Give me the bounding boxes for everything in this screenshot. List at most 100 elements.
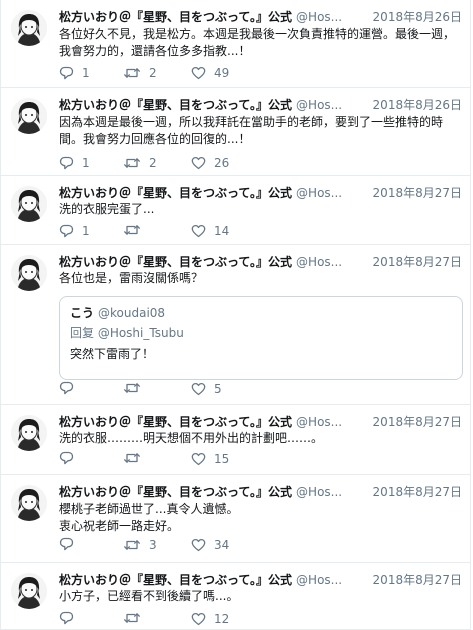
author-name[interactable]: 松方いおり＠『星野、目をつぶって。』公式 xyxy=(59,255,292,269)
tweet[interactable]: 松方いおり＠『星野、目をつぶって。』公式 @Hos... 2018年8月27日 小方子… xyxy=(1,563,470,630)
reply-button[interactable] xyxy=(59,537,82,551)
like-button[interactable]: 34 xyxy=(191,537,229,553)
author-name[interactable]: 松方いおり＠『星野、目をつぶって。』公式 xyxy=(59,573,292,587)
quoted-tweet[interactable]: こう @koudai08 回复 @Hoshi_Tsubu 突然下雷雨了！ xyxy=(59,296,463,380)
tweet-date[interactable]: 2018年8月27日 xyxy=(368,572,462,588)
tweet[interactable]: 松方いおり＠『星野、目をつぶって。』公式 @Hos... 2018年8月27日 洗的衣… xyxy=(1,176,470,245)
like-count: 12 xyxy=(214,612,230,626)
author-handle: @Hos... xyxy=(296,573,343,587)
like-button[interactable]: 12 xyxy=(191,611,229,627)
heart-icon xyxy=(191,612,206,626)
avatar[interactable] xyxy=(11,98,47,134)
retweet-button[interactable]: 2 xyxy=(123,65,157,81)
tweet-header: 松方いおり＠『星野、目をつぶって。』公式 @Hos... 2018年8月26日 xyxy=(59,9,462,25)
tweet-actions: 5 xyxy=(59,381,279,397)
retweet-icon xyxy=(123,381,141,395)
author-name[interactable]: 松方いおり＠『星野、目をつぶって。』公式 xyxy=(59,10,292,24)
tweet[interactable]: 松方いおり＠『星野、目をつぶって。』公式 @Hos... 2018年8月26日 各位好… xyxy=(1,0,470,88)
tweet-date[interactable]: 2018年8月26日 xyxy=(368,97,462,113)
quoted-text: 突然下雷雨了！ xyxy=(70,347,155,361)
tweet-actions: 1 2 49 xyxy=(59,65,279,81)
reply-icon xyxy=(59,611,74,625)
tweet-timeline: 松方いおり＠『星野、目をつぶって。』公式 @Hos... 2018年8月26日 各位好… xyxy=(0,0,471,630)
tweet-text-line: 各位好久不見，我是松方。本週是我最後一次負責推特的運營。最後一週， xyxy=(59,27,456,41)
author-name[interactable]: 松方いおり＠『星野、目をつぶって。』公式 xyxy=(59,98,292,112)
retweet-button[interactable] xyxy=(123,223,149,237)
like-count: 5 xyxy=(214,382,222,396)
heart-icon xyxy=(191,538,206,552)
author-handle: @Hos... xyxy=(296,255,343,269)
tweet-text-line: 間。我會努力回應各位的回復的...！ xyxy=(59,132,251,146)
tweet-text: 各位也是，雷雨沒關係嗎？ xyxy=(59,270,456,287)
tweet-text: 洗的衣服完蛋了... xyxy=(59,201,456,218)
reply-icon xyxy=(59,156,74,170)
tweet[interactable]: 松方いおり＠『星野、目をつぶって。』公式 @Hos... 2018年8月27日 櫻桃子… xyxy=(1,475,470,563)
tweet-date[interactable]: 2018年8月27日 xyxy=(368,414,462,430)
like-count: 15 xyxy=(214,452,230,466)
reply-count: 1 xyxy=(82,66,90,80)
avatar[interactable] xyxy=(11,415,47,451)
retweet-icon xyxy=(123,156,141,170)
tweet-text: 因為本週是最後一週，所以我拜託在當助手的老師，要到了一些推特的時 間。我會努力回應… xyxy=(59,114,456,148)
reply-button[interactable]: 1 xyxy=(59,65,90,81)
reply-icon xyxy=(59,224,74,238)
reply-icon xyxy=(59,451,74,465)
retweet-count: 2 xyxy=(149,66,157,80)
tweet-text: 櫻桃子老師過世了...真令人遺憾。 衷心祝老師一路走好。 xyxy=(59,501,456,535)
like-button[interactable]: 26 xyxy=(191,155,229,171)
quoted-reply-to[interactable]: 回复 @Hoshi_Tsubu xyxy=(70,325,184,341)
tweet-header: 松方いおり＠『星野、目をつぶって。』公式 @Hos... 2018年8月27日 xyxy=(59,572,462,588)
tweet-actions: 3 34 xyxy=(59,537,279,553)
author-name[interactable]: 松方いおり＠『星野、目をつぶって。』公式 xyxy=(59,485,292,499)
tweet[interactable]: 松方いおり＠『星野、目をつぶって。』公式 @Hos... 2018年8月27日 各位也… xyxy=(1,245,470,405)
retweet-icon xyxy=(123,66,141,80)
tweet-date[interactable]: 2018年8月27日 xyxy=(368,254,462,270)
retweet-button[interactable]: 2 xyxy=(123,155,157,171)
tweet-text-line: 洗的衣服………明天想個不用外出的計劃吧……。 xyxy=(59,431,324,445)
tweet[interactable]: 松方いおり＠『星野、目をつぶって。』公式 @Hos... 2018年8月27日洗的衣… xyxy=(1,405,470,475)
retweet-icon xyxy=(123,451,141,465)
tweet-date[interactable]: 2018年8月26日 xyxy=(368,9,462,25)
like-button[interactable]: 14 xyxy=(191,223,229,239)
like-button[interactable]: 49 xyxy=(191,65,229,81)
avatar[interactable] xyxy=(11,186,47,222)
retweet-button[interactable] xyxy=(123,611,149,625)
tweet-header: 松方いおり＠『星野、目をつぶって。』公式 @Hos... 2018年8月27日 xyxy=(59,484,462,500)
tweet-date[interactable]: 2018年8月27日 xyxy=(368,185,462,201)
reply-button[interactable] xyxy=(59,451,82,465)
reply-button[interactable]: 1 xyxy=(59,155,90,171)
author-handle: @Hos... xyxy=(296,485,343,499)
avatar[interactable] xyxy=(11,573,47,609)
tweet-text-line: 因為本週是最後一週，所以我拜託在當助手的老師，要到了一些推特的時 xyxy=(59,115,444,129)
retweet-button[interactable]: 3 xyxy=(123,537,157,553)
heart-icon xyxy=(191,66,206,80)
like-count: 34 xyxy=(214,538,230,552)
tweet[interactable]: 松方いおり＠『星野、目をつぶって。』公式 @Hos... 2018年8月26日 因為本… xyxy=(1,88,470,176)
reply-button[interactable] xyxy=(59,381,82,395)
retweet-count: 2 xyxy=(149,156,157,170)
retweet-count: 3 xyxy=(149,538,157,552)
avatar[interactable] xyxy=(11,10,47,46)
reply-count: 1 xyxy=(82,224,90,238)
author-name[interactable]: 松方いおり＠『星野、目をつぶって。』公式 xyxy=(59,415,292,429)
avatar[interactable] xyxy=(11,485,47,521)
heart-icon xyxy=(191,224,206,238)
avatar[interactable] xyxy=(11,255,47,291)
author-name[interactable]: 松方いおり＠『星野、目をつぶって。』公式 xyxy=(59,186,292,200)
like-count: 49 xyxy=(214,66,230,80)
reply-button[interactable]: 1 xyxy=(59,223,90,239)
retweet-button[interactable] xyxy=(123,381,149,395)
reply-button[interactable] xyxy=(59,611,82,625)
retweet-button[interactable] xyxy=(123,451,149,465)
retweet-icon xyxy=(123,611,141,625)
tweet-text-line: 我會努力的，還請各位多多指教...！ xyxy=(59,44,251,58)
like-button[interactable]: 5 xyxy=(191,381,222,397)
tweet-actions: 12 xyxy=(59,611,279,627)
retweet-icon xyxy=(123,223,141,237)
reply-icon xyxy=(59,381,74,395)
like-button[interactable]: 15 xyxy=(191,451,229,467)
author-handle: @Hos... xyxy=(296,415,343,429)
tweet-date[interactable]: 2018年8月27日 xyxy=(368,484,462,500)
heart-icon xyxy=(191,452,206,466)
reply-icon xyxy=(59,537,74,551)
